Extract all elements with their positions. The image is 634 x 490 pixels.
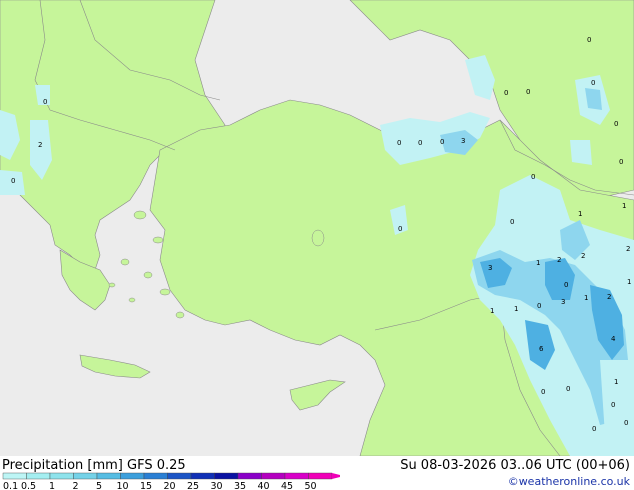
precip-label: 2 bbox=[38, 141, 42, 149]
precip-label: 6 bbox=[539, 345, 544, 353]
colorbar-ticks: 0.1 0.5 1 2 5 10 15 20 25 30 35 40 45 50 bbox=[3, 481, 317, 490]
precip-label: 0 bbox=[531, 173, 535, 181]
precip-label: 1 bbox=[536, 259, 540, 267]
precip-label: 4 bbox=[611, 335, 616, 343]
precip-label: 3 bbox=[488, 264, 492, 272]
colorbar-tick-label: 25 bbox=[187, 481, 199, 490]
precip-label: 0 bbox=[611, 401, 615, 409]
colorbar-tick-label: 20 bbox=[163, 481, 175, 490]
precip-label: 0 bbox=[510, 218, 514, 226]
precip-label: 1 bbox=[622, 202, 626, 210]
colorbar-legend: 0.1 0.5 1 2 5 10 15 20 25 30 35 40 45 50 bbox=[2, 472, 340, 490]
precip-label: 0 bbox=[11, 177, 15, 185]
colorbar-swatch bbox=[284, 472, 309, 480]
colorbar-swatch bbox=[26, 472, 51, 480]
colorbar-swatch bbox=[308, 472, 333, 480]
precip-label: 1 bbox=[627, 278, 631, 286]
colorbar-tick-label: 2 bbox=[72, 481, 78, 490]
colorbar-swatch bbox=[167, 472, 192, 480]
precip-label: 2 bbox=[581, 252, 585, 260]
colorbar-swatch bbox=[2, 472, 27, 480]
precip-label: 2 bbox=[626, 245, 630, 253]
map-view: 0 2 0 0 3 0 0 0 0 0 0 0 0 0 0 1 1 1 2 2 … bbox=[0, 0, 634, 490]
colorbar-swatch bbox=[190, 472, 215, 480]
colorbar-tick-label: 30 bbox=[210, 481, 222, 490]
precip-label: 2 bbox=[557, 256, 561, 264]
credit-link[interactable]: ©weatheronline.co.uk bbox=[508, 475, 630, 488]
precip-label: 0 bbox=[418, 139, 422, 147]
precip-label: 1 bbox=[490, 307, 494, 315]
precip-label: 0 bbox=[566, 385, 570, 393]
colorbar-tick-label: 40 bbox=[257, 481, 269, 490]
colorbar-swatch bbox=[96, 472, 121, 480]
precip-label: 0 bbox=[398, 225, 402, 233]
colorbar-tick-label: 0.1 bbox=[3, 481, 18, 490]
colorbar-swatch bbox=[237, 472, 262, 480]
precip-label: 0 bbox=[397, 139, 401, 147]
colorbar-tick-label: 0.5 bbox=[21, 481, 36, 490]
precip-label: 0 bbox=[614, 120, 618, 128]
colorbar-tick-label: 15 bbox=[140, 481, 152, 490]
precip-label: 1 bbox=[578, 210, 582, 218]
colorbar-swatch bbox=[73, 472, 98, 480]
valid-time: Su 08-03-2026 03..06 UTC (00+06) bbox=[400, 458, 630, 473]
colorbar-arrow bbox=[332, 473, 340, 479]
precip-label: 3 bbox=[561, 298, 565, 306]
precip-label: 0 bbox=[541, 388, 545, 396]
precip-label: 0 bbox=[504, 89, 508, 97]
colorbar-tick-label: 5 bbox=[96, 481, 102, 490]
colorbar-tick-label: 1 bbox=[49, 481, 55, 490]
map-title: Precipitation [mm] GFS 0.25 bbox=[2, 458, 186, 473]
precip-label: 0 bbox=[537, 302, 541, 310]
colorbar-swatch bbox=[143, 472, 168, 480]
precip-label: 3 bbox=[461, 137, 465, 145]
precip-label: 1 bbox=[614, 378, 618, 386]
colorbar-swatch bbox=[214, 472, 239, 480]
precip-label: 1 bbox=[584, 294, 588, 302]
colorbar-tick-label: 35 bbox=[234, 481, 246, 490]
colorbar-tick-label: 50 bbox=[304, 481, 316, 490]
colorbar-swatch bbox=[120, 472, 145, 480]
precip-label: 1 bbox=[514, 305, 518, 313]
precip-label: 0 bbox=[591, 79, 595, 87]
precip-label: 0 bbox=[619, 158, 623, 166]
precip-label: 0 bbox=[440, 138, 444, 146]
colorbar-tick-label: 10 bbox=[116, 481, 128, 490]
precip-label: 0 bbox=[43, 98, 47, 106]
colorbar-swatch bbox=[49, 472, 74, 480]
precip-label: 0 bbox=[526, 88, 530, 96]
colorbar-swatches bbox=[2, 472, 340, 480]
colorbar-swatch bbox=[261, 472, 286, 480]
precip-label: 2 bbox=[607, 293, 611, 301]
precipitation-map: 0 2 0 0 3 0 0 0 0 0 0 0 0 0 0 1 1 1 2 2 … bbox=[0, 0, 634, 456]
precip-label: 0 bbox=[592, 425, 596, 433]
precip-label: 0 bbox=[624, 419, 628, 427]
precip-label: 0 bbox=[564, 281, 568, 289]
precip-label: 0 bbox=[587, 36, 591, 44]
colorbar-tick-label: 45 bbox=[281, 481, 293, 490]
